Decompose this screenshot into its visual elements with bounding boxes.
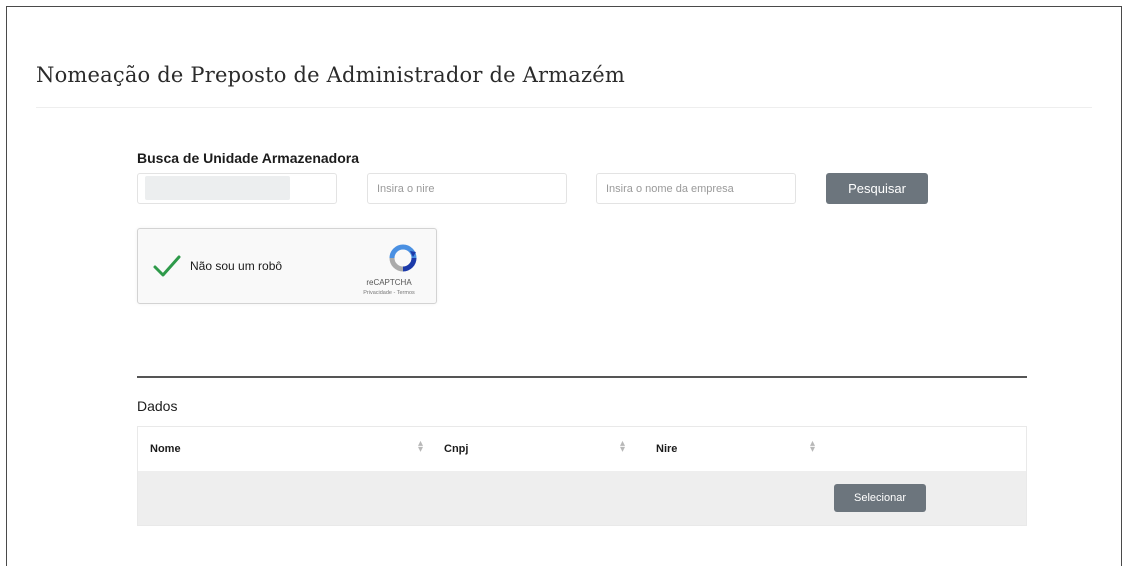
recaptcha-widget[interactable]: Não sou um robô reCAPTCHA Privacidade - …: [137, 228, 437, 304]
unit-field[interactable]: [137, 173, 337, 204]
recaptcha-label: Não sou um robô: [190, 259, 283, 273]
recaptcha-brand: reCAPTCHA: [366, 278, 412, 287]
table-row: Selecionar: [138, 471, 1026, 525]
section-divider: [137, 376, 1027, 378]
checkmark-icon[interactable]: [152, 251, 182, 281]
column-header-nome[interactable]: Nome: [150, 443, 181, 455]
recaptcha-links[interactable]: Privacidade - Termos: [334, 290, 444, 296]
recaptcha-logo-icon: [389, 244, 417, 272]
company-name-input[interactable]: [596, 173, 796, 204]
sort-icon[interactable]: ▴ ▾: [620, 439, 625, 455]
nire-input[interactable]: [367, 173, 567, 204]
column-header-cnpj[interactable]: Cnpj: [444, 443, 468, 455]
data-section-label: Dados: [137, 398, 178, 414]
select-button[interactable]: Selecionar: [834, 484, 926, 512]
column-header-nire[interactable]: Nire: [656, 443, 677, 455]
table-header: Nome ▴ ▾ Cnpj ▴ ▾ Nire ▴ ▾: [138, 427, 1026, 472]
title-divider: [36, 107, 1092, 108]
data-table: Nome ▴ ▾ Cnpj ▴ ▾ Nire ▴ ▾ Selecionar: [137, 426, 1027, 526]
sort-icon[interactable]: ▴ ▾: [418, 439, 423, 455]
page-title: Nomeação de Preposto de Administrador de…: [36, 63, 626, 87]
sort-icon[interactable]: ▴ ▾: [810, 439, 815, 455]
search-section-label: Busca de Unidade Armazenadora: [137, 150, 359, 166]
search-button[interactable]: Pesquisar: [826, 173, 928, 204]
